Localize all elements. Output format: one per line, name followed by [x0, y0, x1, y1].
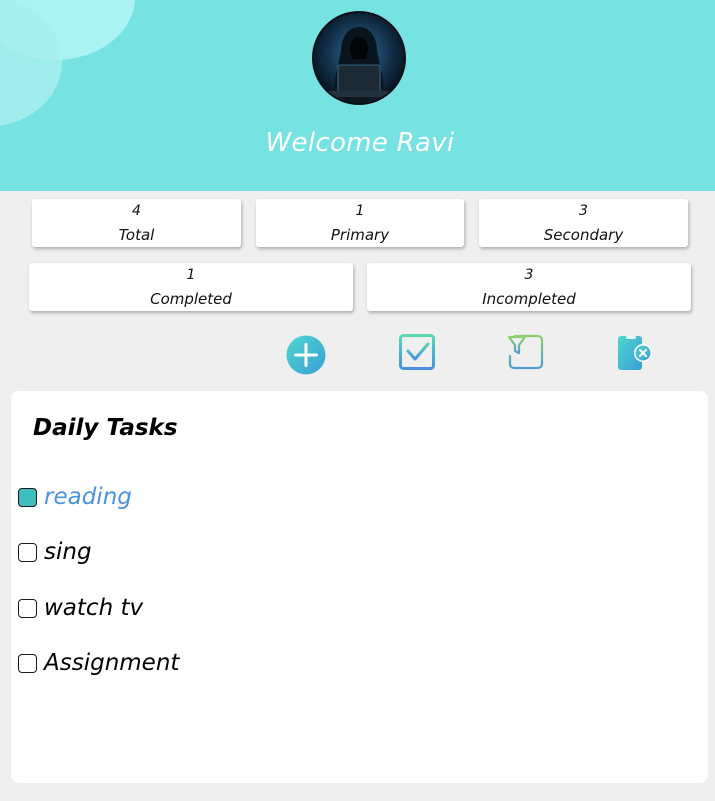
stat-incompleted-value: 3	[524, 267, 534, 283]
add-task-button[interactable]	[286, 335, 326, 375]
filter-icon	[507, 334, 544, 370]
task-checkbox[interactable]	[18, 653, 37, 673]
stat-total-value: 4	[132, 203, 141, 219]
stat-total-label: Total	[118, 226, 155, 244]
stat-total: 4 Total	[32, 199, 241, 247]
avatar[interactable]	[312, 11, 406, 105]
header-banner: Welcome Ravi	[0, 0, 715, 191]
stat-primary: 1 Primary	[256, 199, 464, 247]
task-checkbox[interactable]	[18, 598, 37, 618]
daily-tasks-title: Daily Tasks	[33, 415, 178, 441]
filter-tasks-button[interactable]	[505, 333, 545, 373]
task-label: Assignment	[44, 650, 180, 676]
stat-secondary: 3 Secondary	[479, 199, 688, 247]
stat-secondary-label: Secondary	[543, 226, 624, 244]
task-item-sing[interactable]: sing	[18, 537, 92, 567]
check-icon	[399, 334, 435, 370]
stat-primary-label: Primary	[330, 226, 390, 244]
task-label: sing	[44, 539, 92, 565]
clear-icon	[618, 336, 652, 370]
clear-tasks-button[interactable]	[615, 333, 655, 373]
task-item-watch-tv[interactable]: watch tv	[18, 593, 143, 623]
stat-primary-value: 1	[355, 203, 365, 219]
stat-incompleted-label: Incompleted	[482, 290, 576, 308]
stat-completed-value: 1	[186, 267, 196, 283]
stat-incompleted: 3 Incompleted	[367, 263, 691, 311]
task-checkbox[interactable]	[18, 542, 37, 562]
stat-completed-label: Completed	[150, 290, 232, 308]
stat-completed: 1 Completed	[29, 263, 353, 311]
task-label: watch tv	[44, 595, 144, 621]
complete-task-button[interactable]	[398, 333, 438, 373]
hooded-figure-icon	[314, 13, 404, 103]
welcome-text: Welcome Ravi	[265, 128, 455, 158]
task-checkbox[interactable]	[18, 487, 37, 507]
task-item-reading[interactable]: reading	[18, 482, 132, 512]
task-item-assignment[interactable]: Assignment	[18, 648, 179, 678]
add-icon	[286, 335, 326, 375]
daily-tasks-card	[11, 391, 708, 783]
stat-secondary-value: 3	[579, 203, 588, 219]
task-label: reading	[44, 484, 132, 510]
